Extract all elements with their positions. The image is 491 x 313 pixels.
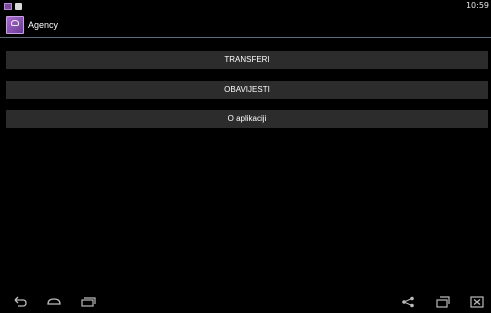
- home-icon[interactable]: [46, 295, 62, 307]
- status-time: 10:59: [465, 1, 489, 10]
- app-launcher-icon[interactable]: [6, 16, 24, 34]
- status-bar: 10:59: [0, 0, 491, 13]
- app-title: Agency: [28, 20, 59, 30]
- navigation-bar: [0, 292, 491, 310]
- o-aplikaciji-button[interactable]: O aplikaciji: [6, 110, 488, 128]
- shopping-bag-icon: [15, 3, 22, 10]
- action-bar-divider: [0, 37, 491, 38]
- app-notification-icon: [4, 3, 12, 10]
- window-icon[interactable]: [435, 295, 451, 308]
- share-icon[interactable]: [400, 295, 416, 308]
- recent-apps-icon[interactable]: [80, 295, 96, 307]
- back-icon[interactable]: [12, 295, 28, 307]
- obavijesti-button[interactable]: OBAVIJESTI: [6, 81, 488, 99]
- action-bar: Agency: [0, 13, 491, 37]
- transferi-button[interactable]: TRANSFERI: [6, 51, 488, 69]
- close-icon[interactable]: [469, 295, 485, 308]
